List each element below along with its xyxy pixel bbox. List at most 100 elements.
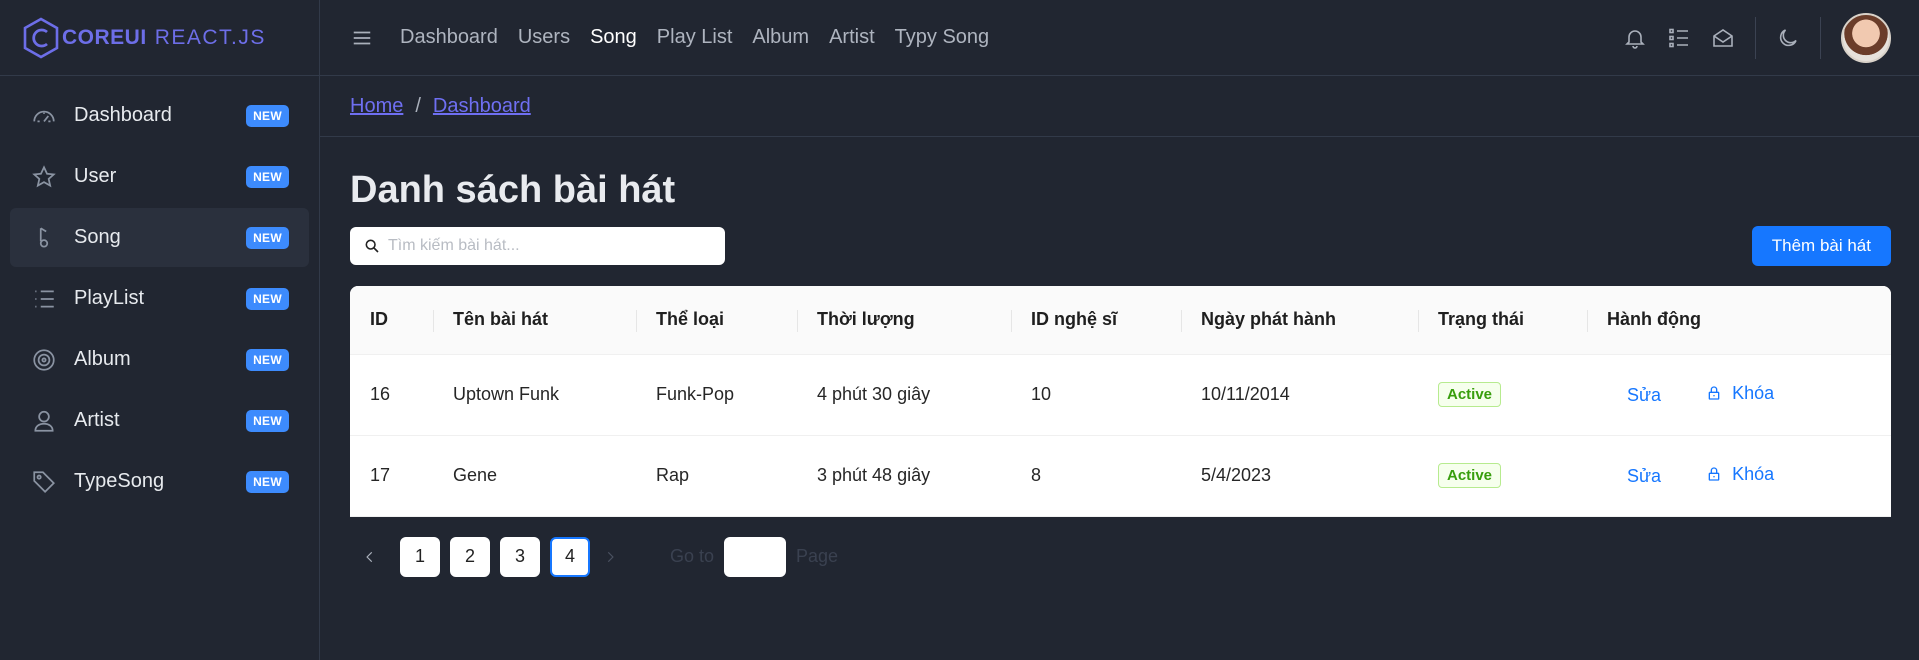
lock-icon	[1708, 467, 1720, 481]
sidebar-item-label: PlayList	[74, 287, 145, 309]
moon-icon[interactable]	[1775, 25, 1801, 51]
topnav-playlist[interactable]: Play List	[657, 26, 733, 49]
cell-duration: 3 phút 48 giây	[817, 465, 931, 485]
topnav-artist[interactable]: Artist	[829, 26, 875, 49]
lock-button[interactable]: Khóa	[1706, 464, 1774, 485]
column-header-actions: Hành động	[1587, 286, 1891, 355]
column-header-artist-id: ID nghệ sĩ	[1011, 286, 1181, 355]
cell-release-date: 5/4/2023	[1201, 465, 1272, 485]
search-input[interactable]	[388, 237, 725, 255]
toolbar: Thêm bài hát	[350, 226, 1891, 266]
topnav-song[interactable]: Song	[590, 26, 637, 49]
sidebar-item-label: Song	[74, 226, 121, 248]
cell-name: Gene	[453, 465, 498, 485]
page-title: Danh sách bài hát	[350, 169, 676, 211]
edit-button[interactable]: Sửa	[1627, 466, 1661, 487]
new-badge: NEW	[246, 165, 289, 188]
list-icon	[30, 285, 58, 313]
column-header-id: ID	[350, 286, 433, 355]
disc-icon	[30, 346, 58, 374]
sidebar-item-label: Dashboard	[74, 104, 172, 126]
sidebar-item-dashboard[interactable]: Dashboard NEW	[10, 86, 309, 145]
table-header-row: ID Tên bài hát Thể loại Thời lượng ID ng…	[350, 286, 1891, 355]
table-row: 16 Uptown Funk Funk-Pop 4 phút 30 giây 1…	[350, 354, 1891, 435]
brand-name: COREUI	[62, 25, 147, 49]
main-content: Danh sách bài hát Thêm bài hát ID Tên bà…	[350, 137, 1891, 577]
header-actions	[1613, 12, 1919, 63]
edit-button[interactable]: Sửa	[1627, 385, 1661, 406]
cell-duration: 4 phút 30 giây	[817, 384, 931, 404]
brand-subtitle: REACT.JS	[154, 25, 266, 49]
new-badge: NEW	[246, 287, 289, 310]
speedometer-icon	[30, 102, 58, 130]
star-icon	[30, 163, 58, 191]
column-header-duration: Thời lượng	[797, 286, 1011, 355]
sidebar-nav: Dashboard NEW User NEW Song NEW PlayList…	[0, 76, 319, 523]
next-page-button[interactable]	[590, 537, 630, 577]
cell-genre: Rap	[656, 465, 690, 485]
topnav-album[interactable]: Album	[752, 26, 809, 49]
cell-status: Active	[1418, 435, 1587, 516]
sidebar-item-album[interactable]: Album NEW	[10, 330, 309, 389]
header-divider	[1755, 16, 1756, 59]
column-header-genre: Thể loại	[636, 286, 797, 355]
brand-logo[interactable]: COREUI REACT.JS	[0, 0, 319, 76]
task-list-icon[interactable]	[1666, 25, 1692, 51]
status-badge: Active	[1438, 382, 1502, 407]
hamburger-menu-icon[interactable]	[350, 26, 374, 50]
prev-page-button[interactable]	[350, 537, 390, 577]
page-button-4[interactable]: 4	[550, 536, 590, 577]
new-badge: NEW	[246, 470, 289, 493]
cell-id: 16	[370, 384, 391, 404]
bell-icon[interactable]	[1622, 25, 1648, 51]
page-button-1[interactable]: 1	[400, 536, 440, 577]
envelope-open-icon[interactable]	[1710, 25, 1736, 51]
cell-name: Uptown Funk	[453, 384, 560, 404]
tag-icon	[30, 468, 58, 496]
new-badge: NEW	[246, 226, 289, 249]
top-nav: Dashboard Users Song Play List Album Art…	[400, 26, 1009, 49]
search-icon	[365, 239, 379, 253]
new-badge: NEW	[246, 104, 289, 127]
sidebar: COREUI REACT.JS Dashboard NEW User NEW S…	[0, 0, 320, 660]
breadcrumb-home[interactable]: Home	[350, 95, 403, 118]
column-header-status: Trạng thái	[1418, 286, 1587, 355]
lock-button[interactable]: Khóa	[1706, 383, 1774, 404]
cell-artist-id: 10	[1031, 384, 1052, 404]
chevron-right-icon	[607, 551, 614, 562]
topnav-users[interactable]: Users	[518, 26, 570, 49]
sidebar-item-typesong[interactable]: TypeSong NEW	[10, 452, 309, 511]
table-row: 17 Gene Rap 3 phút 48 giây 8 5/4/2023 Ac…	[350, 435, 1891, 516]
goto-label: Go to	[670, 546, 715, 566]
status-badge: Active	[1438, 463, 1502, 488]
sidebar-item-song[interactable]: Song NEW	[10, 208, 309, 267]
page-button-3[interactable]: 3	[500, 536, 540, 577]
top-header: Dashboard Users Song Play List Album Art…	[320, 0, 1919, 76]
cell-release-date: 10/11/2014	[1201, 384, 1290, 404]
cell-actions: Sửa Khóa	[1587, 354, 1891, 435]
chevron-left-icon	[366, 551, 373, 562]
column-header-release-date: Ngày phát hành	[1181, 286, 1418, 355]
breadcrumb: Home / Dashboard	[320, 77, 1919, 137]
column-header-name: Tên bài hát	[433, 286, 636, 355]
sidebar-item-artist[interactable]: Artist NEW	[10, 391, 309, 450]
add-song-button[interactable]: Thêm bài hát	[1751, 226, 1891, 266]
sidebar-item-label: TypeSong	[74, 470, 165, 492]
lock-icon	[1708, 386, 1720, 400]
songs-table: ID Tên bài hát Thể loại Thời lượng ID ng…	[350, 286, 1891, 517]
page-label: Page	[796, 546, 839, 566]
breadcrumb-dashboard[interactable]: Dashboard	[433, 95, 531, 118]
sidebar-item-user[interactable]: User NEW	[10, 147, 309, 206]
search-box	[350, 227, 725, 265]
sidebar-item-playlist[interactable]: PlayList NEW	[10, 269, 309, 328]
page-button-2[interactable]: 2	[450, 536, 490, 577]
header-divider	[1820, 16, 1821, 59]
cell-id: 17	[370, 465, 391, 485]
cell-status: Active	[1418, 354, 1587, 435]
music-note-icon	[30, 224, 58, 252]
goto-page-input[interactable]	[724, 536, 787, 577]
topnav-typysong[interactable]: Typy Song	[895, 26, 990, 49]
topnav-dashboard[interactable]: Dashboard	[400, 26, 498, 49]
new-badge: NEW	[246, 409, 289, 432]
avatar[interactable]	[1841, 12, 1891, 63]
